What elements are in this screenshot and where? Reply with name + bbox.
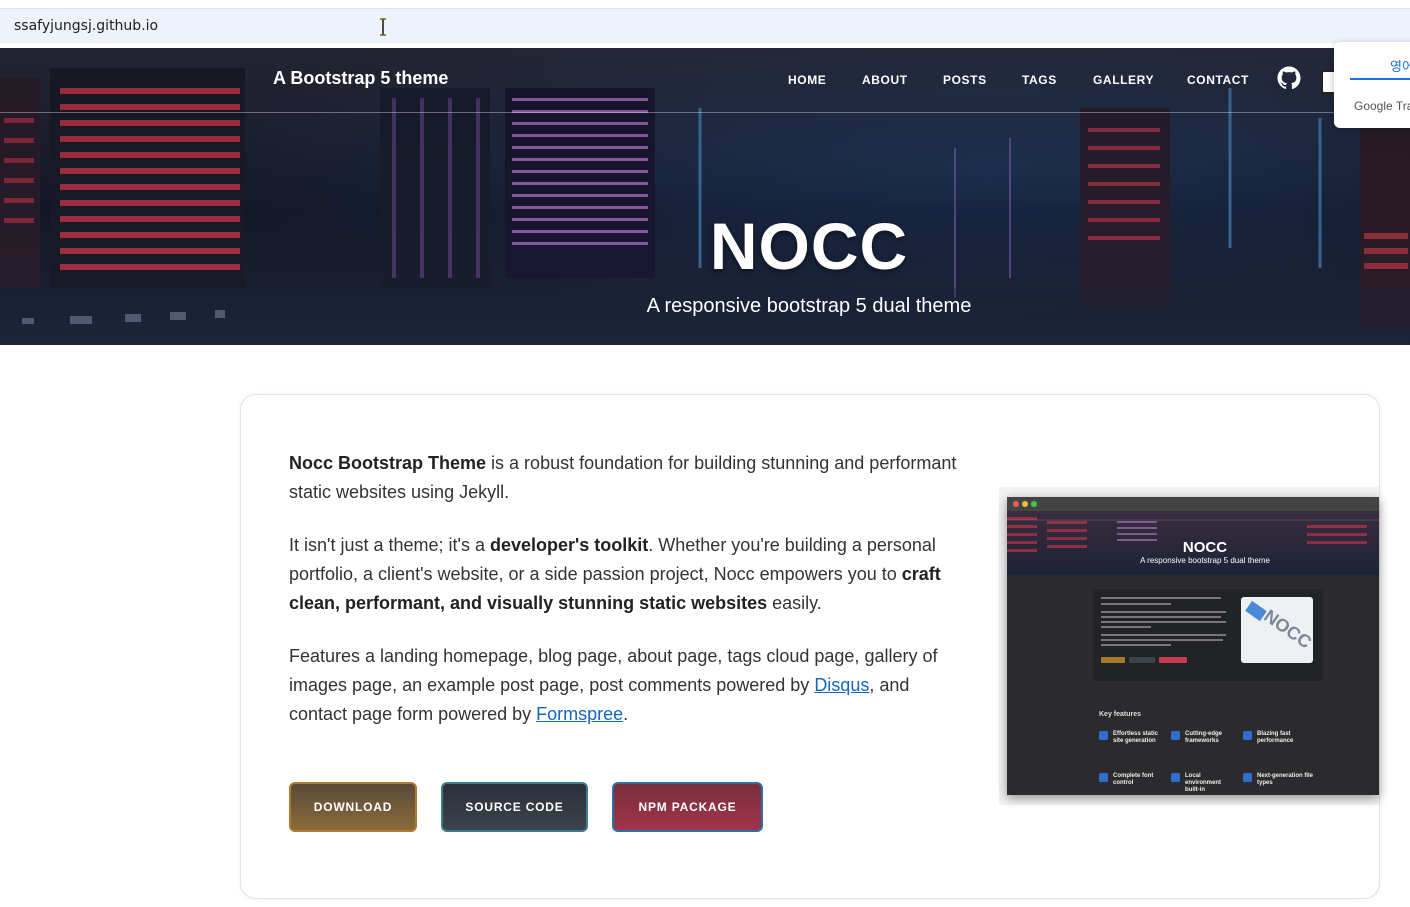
hero-title: NOCC: [709, 209, 909, 283]
window-max-dot: [1031, 501, 1037, 507]
intro-card: Nocc Bootstrap Theme is a robust foundat…: [240, 394, 1380, 899]
p2-bold-1: developer's toolkit: [489, 535, 649, 555]
bootstrap-icon: [1099, 731, 1108, 740]
nocc-logo-text: NOCC: [1260, 605, 1316, 653]
preview-feature: Blazing fast performance: [1257, 731, 1294, 744]
npm-package-button[interactable]: NPM PACKAGE: [612, 782, 763, 832]
preview-text-line: [1101, 611, 1226, 613]
hero-banner: A Bootstrap 5 theme HOME ABOUT POSTS TAG…: [0, 48, 1410, 345]
preview-screen: NOCC A responsive bootstrap 5 dual theme…: [1007, 497, 1379, 795]
bootstrap-icon: [1171, 731, 1180, 740]
intro-paragraph-1: Nocc Bootstrap Theme is a robust foundat…: [289, 449, 961, 507]
source-code-button[interactable]: SOURCE CODE: [441, 782, 588, 832]
nav-tags[interactable]: TAGS: [1022, 73, 1057, 87]
preview-feature: Effortless static site generation: [1113, 731, 1159, 744]
tab-underline: [1350, 78, 1410, 80]
preview-feature: Complete font control: [1113, 773, 1154, 786]
hero-subtitle: A responsive bootstrap 5 dual theme: [646, 295, 972, 317]
preview-title: NOCC: [1182, 539, 1228, 556]
url-text: ssafyjungsj.github.io: [14, 18, 159, 34]
formspree-link[interactable]: Formspree: [536, 704, 623, 724]
nav-home[interactable]: HOME: [788, 73, 826, 87]
nav-gallery[interactable]: GALLERY: [1093, 73, 1154, 87]
intro-paragraph-2: It isn't just a theme; it's a developer'…: [289, 531, 961, 618]
preview-text-line: [1101, 603, 1171, 605]
translate-label: Google Tra: [1354, 99, 1410, 113]
preview-feature: Local environment built-in: [1185, 773, 1222, 793]
google-translate-widget: 영어 Google Tra: [1334, 42, 1410, 128]
download-button[interactable]: DOWNLOAD: [289, 782, 417, 832]
p2-text-c: easily.: [767, 593, 822, 613]
theme-name: Nocc Bootstrap Theme: [289, 453, 487, 473]
preview-download-button: [1101, 657, 1125, 663]
preview-nocc-logo: NOCC: [1241, 597, 1316, 663]
preview-npm-button: [1159, 657, 1187, 663]
navbar-brand[interactable]: A Bootstrap 5 theme: [273, 68, 448, 89]
preview-feature: Next-generation file types: [1257, 773, 1314, 786]
translate-language-tab[interactable]: 영어: [1390, 56, 1410, 75]
preview-text-line: [1101, 634, 1226, 636]
url-field[interactable]: ssafyjungsj.github.io: [0, 8, 1410, 43]
intro-text: Nocc Bootstrap Theme is a robust foundat…: [289, 449, 961, 753]
intro-paragraph-3: Features a landing homepage, blog page, …: [289, 642, 961, 729]
window-close-dot: [1013, 501, 1019, 507]
disqus-link[interactable]: Disqus: [814, 675, 869, 695]
nav-contact[interactable]: CONTACT: [1187, 73, 1249, 87]
preview-text-line: [1101, 639, 1223, 641]
file-icon: [1243, 773, 1252, 782]
theme-preview-image: NOCC A responsive bootstrap 5 dual theme…: [999, 487, 1379, 805]
preview-key-features-heading: Key features: [1099, 711, 1142, 718]
preview-feature: Cutting-edge frameworks: [1185, 731, 1222, 744]
preview-source-button: [1129, 657, 1155, 663]
text-cursor-icon: [380, 18, 386, 36]
speed-icon: [1243, 731, 1252, 740]
preview-text-line: [1101, 626, 1151, 628]
terminal-icon: [1171, 773, 1180, 782]
preview-window-bar: [1007, 497, 1379, 511]
navbar-divider: [0, 112, 1410, 113]
preview-text-line: [1101, 621, 1226, 623]
google-fonts-icon: [1099, 773, 1108, 782]
preview-text-line: [1101, 644, 1171, 646]
preview-text-line: [1101, 597, 1221, 599]
preview-text-line: [1101, 616, 1221, 618]
window-min-dot: [1022, 501, 1028, 507]
p2-text-a: It isn't just a theme; it's a: [289, 535, 490, 555]
github-icon[interactable]: [1277, 66, 1301, 90]
browser-address-bar: ssafyjungsj.github.io: [0, 0, 1410, 48]
nav-about[interactable]: ABOUT: [862, 73, 908, 87]
nav-posts[interactable]: POSTS: [943, 73, 987, 87]
preview-card: NOCC: [1093, 589, 1323, 681]
p3-text-c: .: [623, 704, 629, 724]
preview-subtitle: A responsive bootstrap 5 dual theme: [1140, 556, 1270, 565]
